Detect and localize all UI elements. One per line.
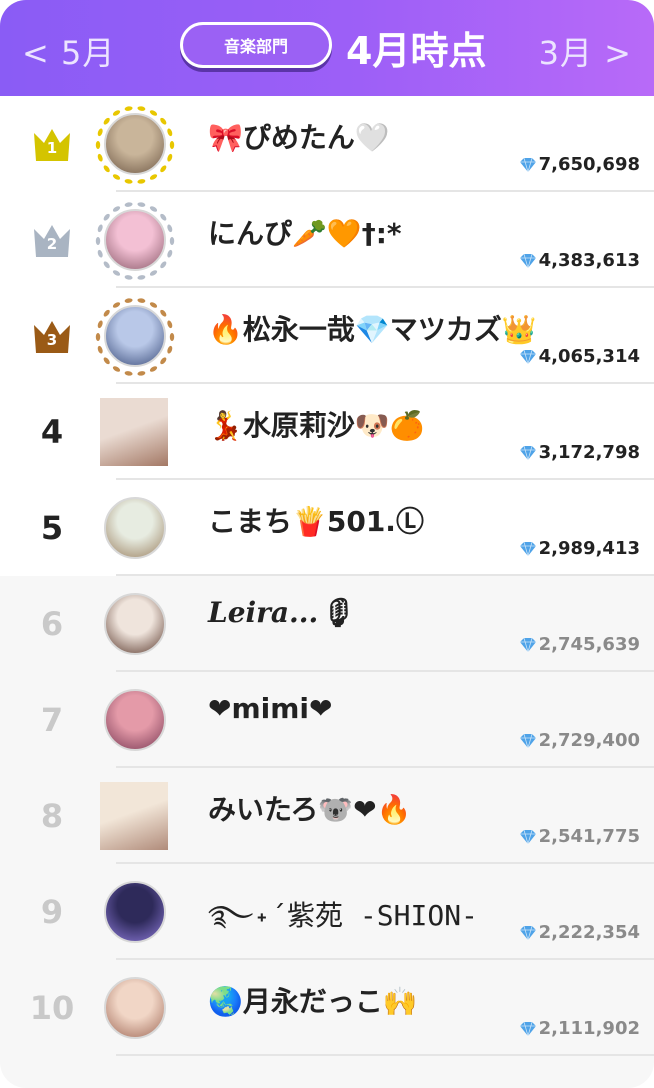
user-name: にんぴ🥕🧡†:*	[208, 217, 402, 250]
next-month-button[interactable]: 3月 >	[539, 28, 632, 74]
points-value: 2,222,354	[519, 922, 640, 943]
rank-number: 7	[40, 701, 64, 739]
avatar[interactable]	[104, 593, 166, 655]
user-name: ࿐˖´紫苑 -SHION-	[208, 899, 478, 932]
diamond-icon	[519, 541, 536, 557]
ranking-list: 1 🎀ぴめたん🤍 7,650,698 2 にんぴ🥕🧡†:* 4,383,613 3 🔥松永一哉…	[0, 96, 654, 1056]
points-value: 2,729,400	[519, 730, 640, 751]
user-name: みいたろ🐨❤🔥	[208, 793, 412, 826]
rank-number: 8	[40, 797, 64, 835]
diamond-icon	[519, 733, 536, 749]
points-value: 4,065,314	[519, 346, 640, 367]
avatar[interactable]	[100, 398, 168, 466]
user-name: こまち🍟501.Ⓛ	[208, 505, 424, 538]
points-value: 7,650,698	[519, 154, 640, 175]
rank-number: 6	[40, 605, 64, 643]
diamond-icon	[519, 829, 536, 845]
rank-crown-icon: 3	[16, 288, 88, 384]
avatar[interactable]	[100, 782, 168, 850]
points-number: 4,383,613	[538, 250, 640, 271]
ranking-header: < 5月 音楽部門 4月時点 3月 >	[0, 0, 654, 96]
avatar[interactable]	[104, 689, 166, 751]
diamond-icon	[519, 1021, 536, 1037]
points-value: 2,745,639	[519, 634, 640, 655]
points-number: 2,111,902	[538, 1018, 640, 1039]
points-number: 2,729,400	[538, 730, 640, 751]
user-name: ❤mimi❤	[208, 692, 333, 725]
department-tab[interactable]: 音楽部門	[180, 22, 332, 68]
ranking-row[interactable]: 9 ࿐˖´紫苑 -SHION- 2,222,354	[0, 864, 654, 960]
rank-number: 4	[40, 413, 64, 451]
points-number: 2,222,354	[538, 922, 640, 943]
points-number: 2,989,413	[538, 538, 640, 559]
row-divider	[116, 1054, 654, 1056]
avatar[interactable]	[104, 497, 166, 559]
rank-crown-icon: 2	[16, 192, 88, 288]
avatar[interactable]	[104, 209, 166, 271]
prev-month-button[interactable]: < 5月	[22, 28, 115, 74]
user-name: 💃水原莉沙🐶🍊	[208, 409, 425, 442]
ranking-row[interactable]: 5 こまち🍟501.Ⓛ 2,989,413	[0, 480, 654, 576]
points-value: 4,383,613	[519, 250, 640, 271]
avatar[interactable]	[104, 305, 166, 367]
diamond-icon	[519, 637, 536, 653]
points-value: 2,111,902	[519, 1018, 640, 1039]
points-value: 2,989,413	[519, 538, 640, 559]
user-name: Leira...🎙	[208, 596, 354, 629]
points-value: 3,172,798	[519, 442, 640, 463]
avatar[interactable]	[104, 881, 166, 943]
user-name: 🎀ぴめたん🤍	[208, 121, 390, 154]
ranking-row[interactable]: 1 🎀ぴめたん🤍 7,650,698	[0, 96, 654, 192]
ranking-row[interactable]: 8 みいたろ🐨❤🔥 2,541,775	[0, 768, 654, 864]
avatar[interactable]	[104, 113, 166, 175]
ranking-row[interactable]: 2 にんぴ🥕🧡†:* 4,383,613	[0, 192, 654, 288]
avatar[interactable]	[104, 977, 166, 1039]
points-number: 2,541,775	[538, 826, 640, 847]
diamond-icon	[519, 157, 536, 173]
rank-number: 10	[29, 989, 75, 1027]
ranking-row[interactable]: 6 Leira...🎙 2,745,639	[0, 576, 654, 672]
points-number: 7,650,698	[538, 154, 640, 175]
rank-crown-icon: 1	[16, 96, 88, 192]
ranking-row[interactable]: 7 ❤mimi❤ 2,729,400	[0, 672, 654, 768]
rank-number: 9	[40, 893, 64, 931]
points-value: 2,541,775	[519, 826, 640, 847]
ranking-card: < 5月 音楽部門 4月時点 3月 > 1 🎀ぴめたん🤍 7,650,698 2 にんぴ…	[0, 0, 654, 1088]
rank-number: 5	[40, 509, 64, 547]
ranking-row[interactable]: 3 🔥松永一哉💎マツカズ👑 4,065,314	[0, 288, 654, 384]
rank-number: 1	[46, 139, 58, 157]
diamond-icon	[519, 253, 536, 269]
points-number: 3,172,798	[538, 442, 640, 463]
rank-number: 2	[46, 235, 58, 253]
ranking-row[interactable]: 4 💃水原莉沙🐶🍊 3,172,798	[0, 384, 654, 480]
period-title: 4月時点	[346, 29, 487, 73]
points-number: 4,065,314	[538, 346, 640, 367]
diamond-icon	[519, 925, 536, 941]
user-name: 🔥松永一哉💎マツカズ👑	[208, 313, 537, 346]
diamond-icon	[519, 445, 536, 461]
points-number: 2,745,639	[538, 634, 640, 655]
ranking-row[interactable]: 10 🌏月永だっこ🙌 2,111,902	[0, 960, 654, 1056]
user-name: 🌏月永だっこ🙌	[208, 985, 418, 1018]
diamond-icon	[519, 349, 536, 365]
rank-number: 3	[46, 331, 58, 349]
